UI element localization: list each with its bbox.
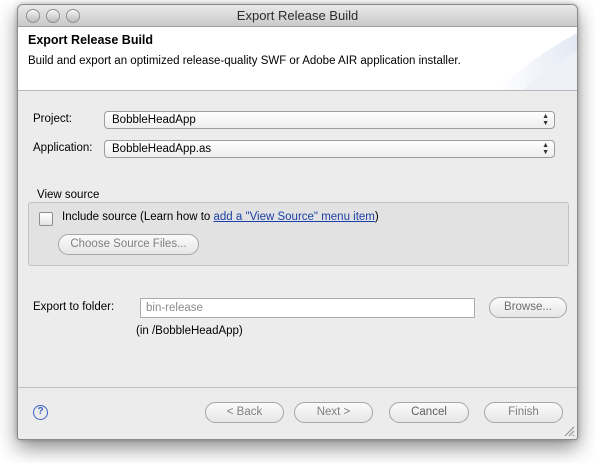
stepper-arrows-icon: ▲ ▼ — [542, 113, 549, 127]
export-folder-label: Export to folder: — [33, 301, 115, 313]
include-source-checkbox[interactable] — [39, 212, 53, 226]
export-folder-hint: (in /BobbleHeadApp) — [136, 325, 243, 337]
wizard-header: Export Release Build Build and export an… — [18, 27, 577, 91]
project-label: Project: — [33, 113, 72, 125]
stepper-arrows-icon: ▲ ▼ — [542, 142, 549, 156]
wizard-title: Export Release Build — [28, 33, 154, 47]
resize-grip-icon[interactable] — [563, 425, 575, 437]
back-button[interactable]: < Back — [205, 402, 284, 423]
export-release-build-window: Export Release Build Export Release Buil… — [17, 4, 578, 440]
project-select[interactable]: BobbleHeadApp ▲ ▼ — [104, 111, 555, 129]
application-select[interactable]: BobbleHeadApp.as ▲ ▼ — [104, 140, 555, 158]
export-folder-input[interactable]: bin-release — [140, 298, 475, 318]
view-source-group-label: View source — [37, 189, 100, 201]
include-source-text: Include source (Learn how to — [62, 211, 214, 223]
cancel-button[interactable]: Cancel — [389, 402, 469, 423]
button-bar-separator — [18, 387, 577, 388]
browse-button[interactable]: Browse... — [489, 297, 567, 318]
window-title: Export Release Build — [236, 8, 359, 23]
wizard-description: Build and export an optimized release-qu… — [28, 55, 461, 67]
include-source-label: Include source (Learn how to add a "View… — [62, 211, 379, 223]
project-select-value: BobbleHeadApp — [112, 114, 196, 126]
title-bar[interactable]: Export Release Build — [18, 5, 577, 27]
next-button[interactable]: Next > — [294, 402, 373, 423]
help-icon[interactable]: ? — [33, 405, 48, 420]
finish-button[interactable]: Finish — [484, 402, 563, 423]
application-select-value: BobbleHeadApp.as — [112, 143, 212, 155]
choose-source-files-button[interactable]: Choose Source Files... — [58, 234, 199, 255]
include-source-text-end: ) — [374, 211, 379, 223]
application-label: Application: — [33, 142, 93, 154]
header-banner-graphic — [498, 33, 577, 90]
view-source-help-link[interactable]: add a "View Source" menu item — [214, 211, 375, 223]
